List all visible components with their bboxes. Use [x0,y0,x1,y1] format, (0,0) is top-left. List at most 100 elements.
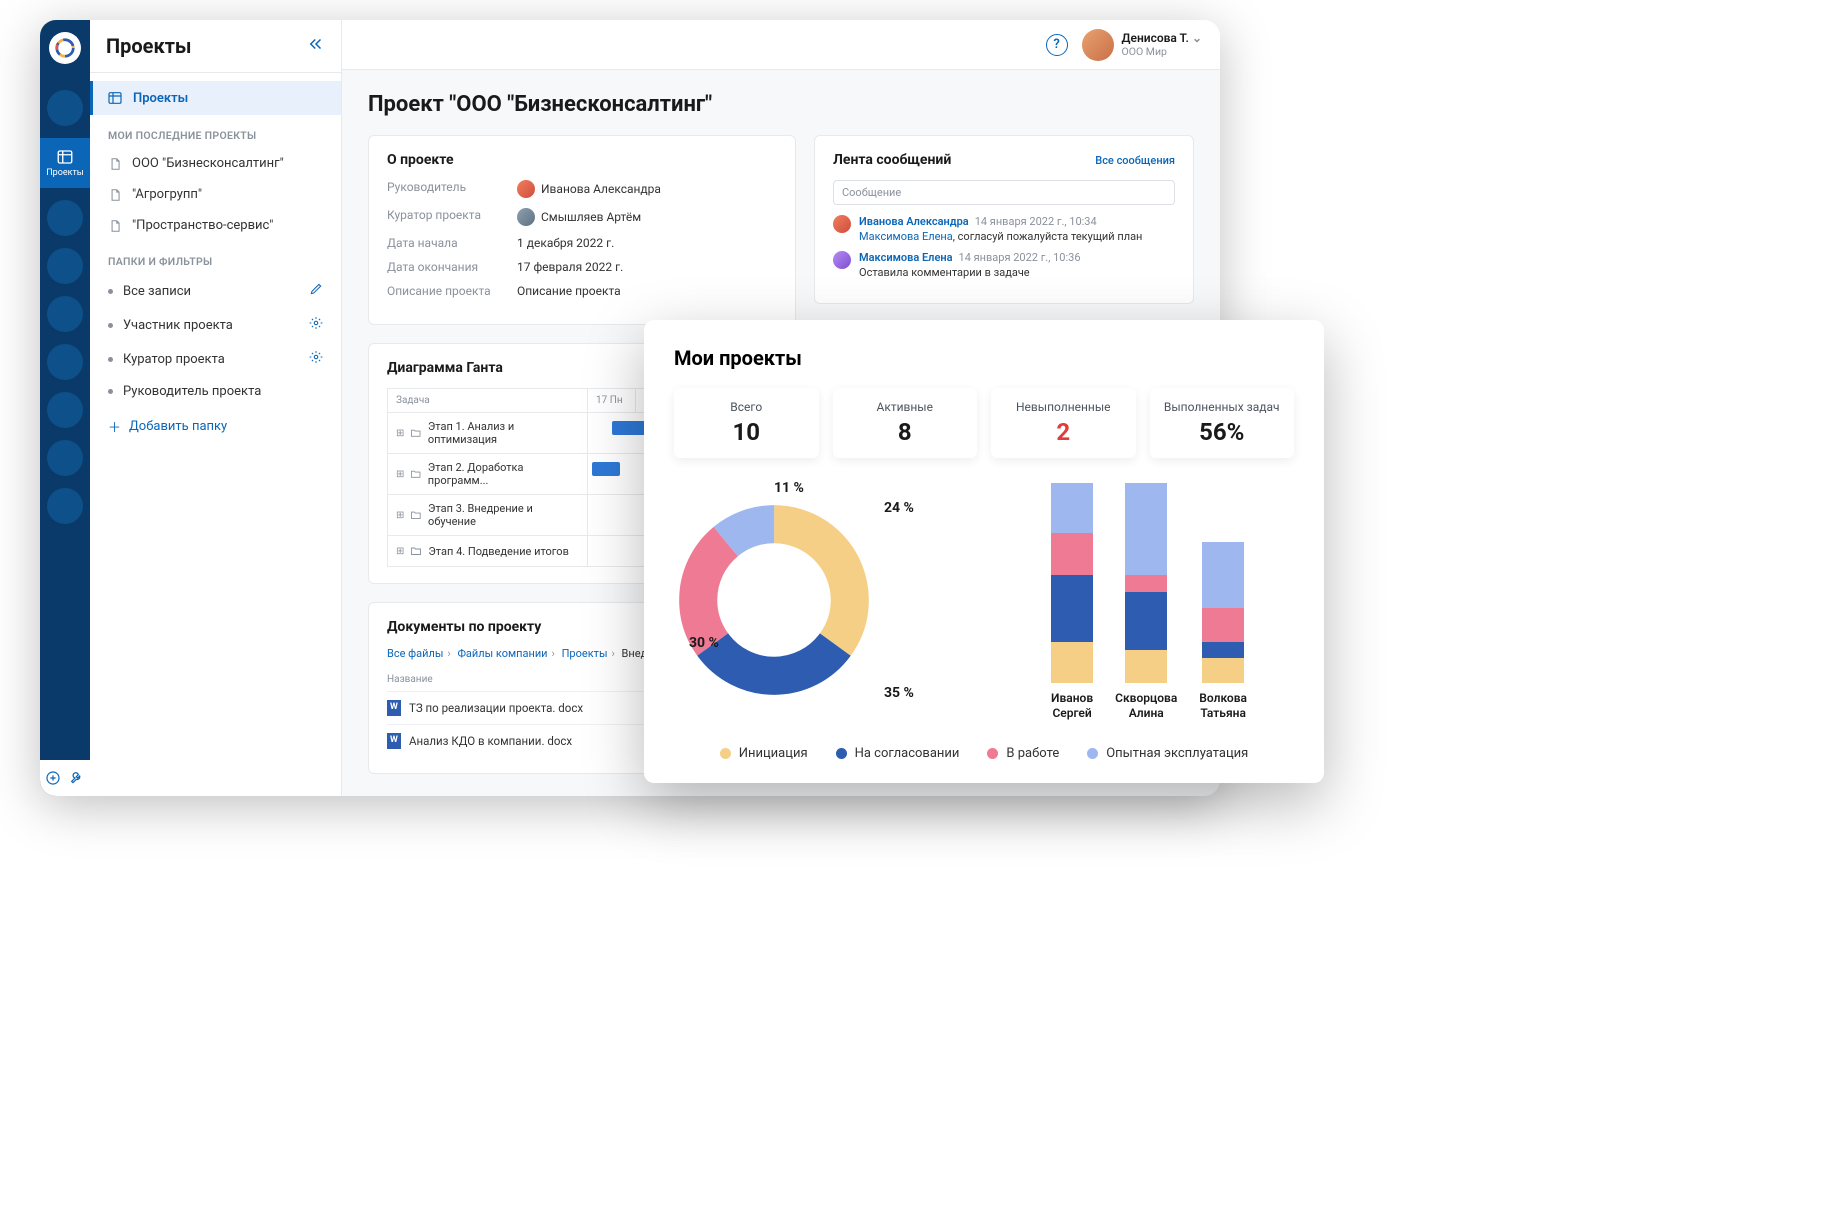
expand-icon[interactable]: ⊞ [396,546,404,557]
bar-segment [1051,642,1093,684]
sidebar-header: Проекты [90,20,341,73]
rail-item-1[interactable] [47,90,83,126]
topbar: ? Денисова Т. ⌄ ООО Мир [342,20,1220,70]
expand-icon[interactable]: ⊞ [396,469,404,480]
sidebar: Проекты Проекты МОИ ПОСЛЕДНИЕ ПРОЕКТЫ ОО… [90,20,342,796]
crumb-link[interactable]: Файлы компании [457,647,547,660]
sidebar-filter[interactable]: Все записи [90,274,341,308]
rail-item-3[interactable] [47,200,83,236]
rail-item-6[interactable] [47,344,83,380]
crumb-link[interactable]: Все файлы [387,647,443,660]
bar-segment [1202,542,1244,609]
bar-segment [1125,575,1167,592]
gear-icon[interactable] [309,316,323,330]
legend-item: В работе [987,746,1059,761]
folder-icon [410,427,421,439]
rail-item-9[interactable] [47,488,83,524]
document-icon [108,219,122,233]
bar-segment [1051,483,1093,533]
stat-card: Невыполненные2 [991,388,1136,458]
legend-swatch [987,748,998,759]
overlay-title: Мои проекты [674,346,1294,370]
expand-icon[interactable]: ⊞ [396,510,404,521]
user-name: Денисова Т. [1122,31,1189,45]
legend-item: На согласовании [836,746,960,761]
bar-segment [1202,658,1244,683]
bar-segment [1202,608,1244,641]
about-title: О проекте [387,152,777,168]
stat-card: Активные8 [833,388,978,458]
wrench-icon[interactable] [69,770,85,786]
feed-title: Лента сообщений [833,152,951,168]
crumb-link[interactable]: Проекты [562,647,608,660]
projects-icon [56,148,74,166]
avatar-icon [833,215,851,233]
donut-label: 24 % [884,500,914,516]
nav-rail: Проекты [40,20,90,796]
sidebar-recent-project[interactable]: "Агрогрупп" [90,179,341,210]
feed-message: Иванова Александра14 января 2022 г., 10:… [833,215,1175,243]
document-icon [108,188,122,202]
user-menu[interactable]: Денисова Т. ⌄ ООО Мир [1082,29,1202,61]
list-icon [107,90,123,106]
feed-message: Максимова Елена14 января 2022 г., 10:36 … [833,251,1175,279]
sidebar-recent-project[interactable]: ООО "Бизнесконсалтинг" [90,148,341,179]
sidebar-caption-folders: ПАПКИ И ФИЛЬТРЫ [90,241,341,274]
rail-item-8[interactable] [47,440,83,476]
chevron-down-icon: ⌄ [1192,31,1202,45]
bullet-icon [108,323,113,328]
rail-item-projects[interactable]: Проекты [40,138,90,188]
bar-segment [1051,533,1093,575]
avatar [1082,29,1114,61]
bullet-icon [108,389,113,394]
chart-legend: Инициация На согласовании В работе Опытная … [674,746,1294,761]
bar-segment [1125,592,1167,650]
word-icon [387,700,401,716]
bullet-icon [108,289,113,294]
rail-item-4[interactable] [47,248,83,284]
add-folder[interactable]: ＋ Добавить папку [90,407,341,446]
gantt-col-task: Задача [388,389,588,412]
pencil-icon[interactable] [309,282,323,296]
legend-swatch [836,748,847,759]
plus-icon: ＋ [108,417,121,436]
rail-label: Проекты [46,168,84,178]
sidebar-item-projects[interactable]: Проекты [90,81,341,115]
rail-item-7[interactable] [47,392,83,428]
bar-segment [1125,650,1167,683]
gantt-date: 17 Пн [588,389,636,412]
donut-label: 11 % [774,480,804,496]
folder-icon [410,468,421,480]
bar-segment [1202,642,1244,659]
about-card: О проекте РуководительИванова Александра… [368,135,796,325]
legend-swatch [1087,748,1098,759]
sidebar-caption-recent: МОИ ПОСЛЕДНИЕ ПРОЕКТЫ [90,115,341,148]
page-title: Проект "ООО "Бизнесконсалтинг" [368,92,1194,117]
sidebar-filter[interactable]: Участник проекта [90,308,341,342]
collapse-icon[interactable] [307,35,325,57]
sidebar-recent-project[interactable]: "Пространство-сервис" [90,210,341,241]
gear-icon[interactable] [309,350,323,364]
bar-segment [1051,575,1093,642]
message-input[interactable]: Сообщение [833,180,1175,205]
word-icon [387,733,401,749]
legend-item: Опытная эксплуатация [1087,746,1248,761]
expand-icon[interactable]: ⊞ [396,428,404,439]
rail-item-5[interactable] [47,296,83,332]
rail-tools [40,760,90,796]
add-folder-label: Добавить папку [129,419,227,434]
legend-swatch [720,748,731,759]
plus-circle-icon[interactable] [45,770,61,786]
bar-column: ИвановСергей [1051,483,1093,720]
logo-icon [54,37,76,59]
app-logo[interactable] [49,32,81,64]
feed-all-link[interactable]: Все сообщения [1095,154,1175,167]
sidebar-filter[interactable]: Руководитель проекта [90,376,341,407]
donut-label: 35 % [884,685,914,701]
sidebar-item-label: Проекты [133,91,188,106]
sidebar-filter[interactable]: Куратор проекта [90,342,341,376]
dashboard-overlay: Мои проекты Всего10Активные8Невыполненны… [644,320,1324,783]
document-icon [108,157,122,171]
help-icon[interactable]: ? [1046,34,1068,56]
legend-item: Инициация [720,746,808,761]
